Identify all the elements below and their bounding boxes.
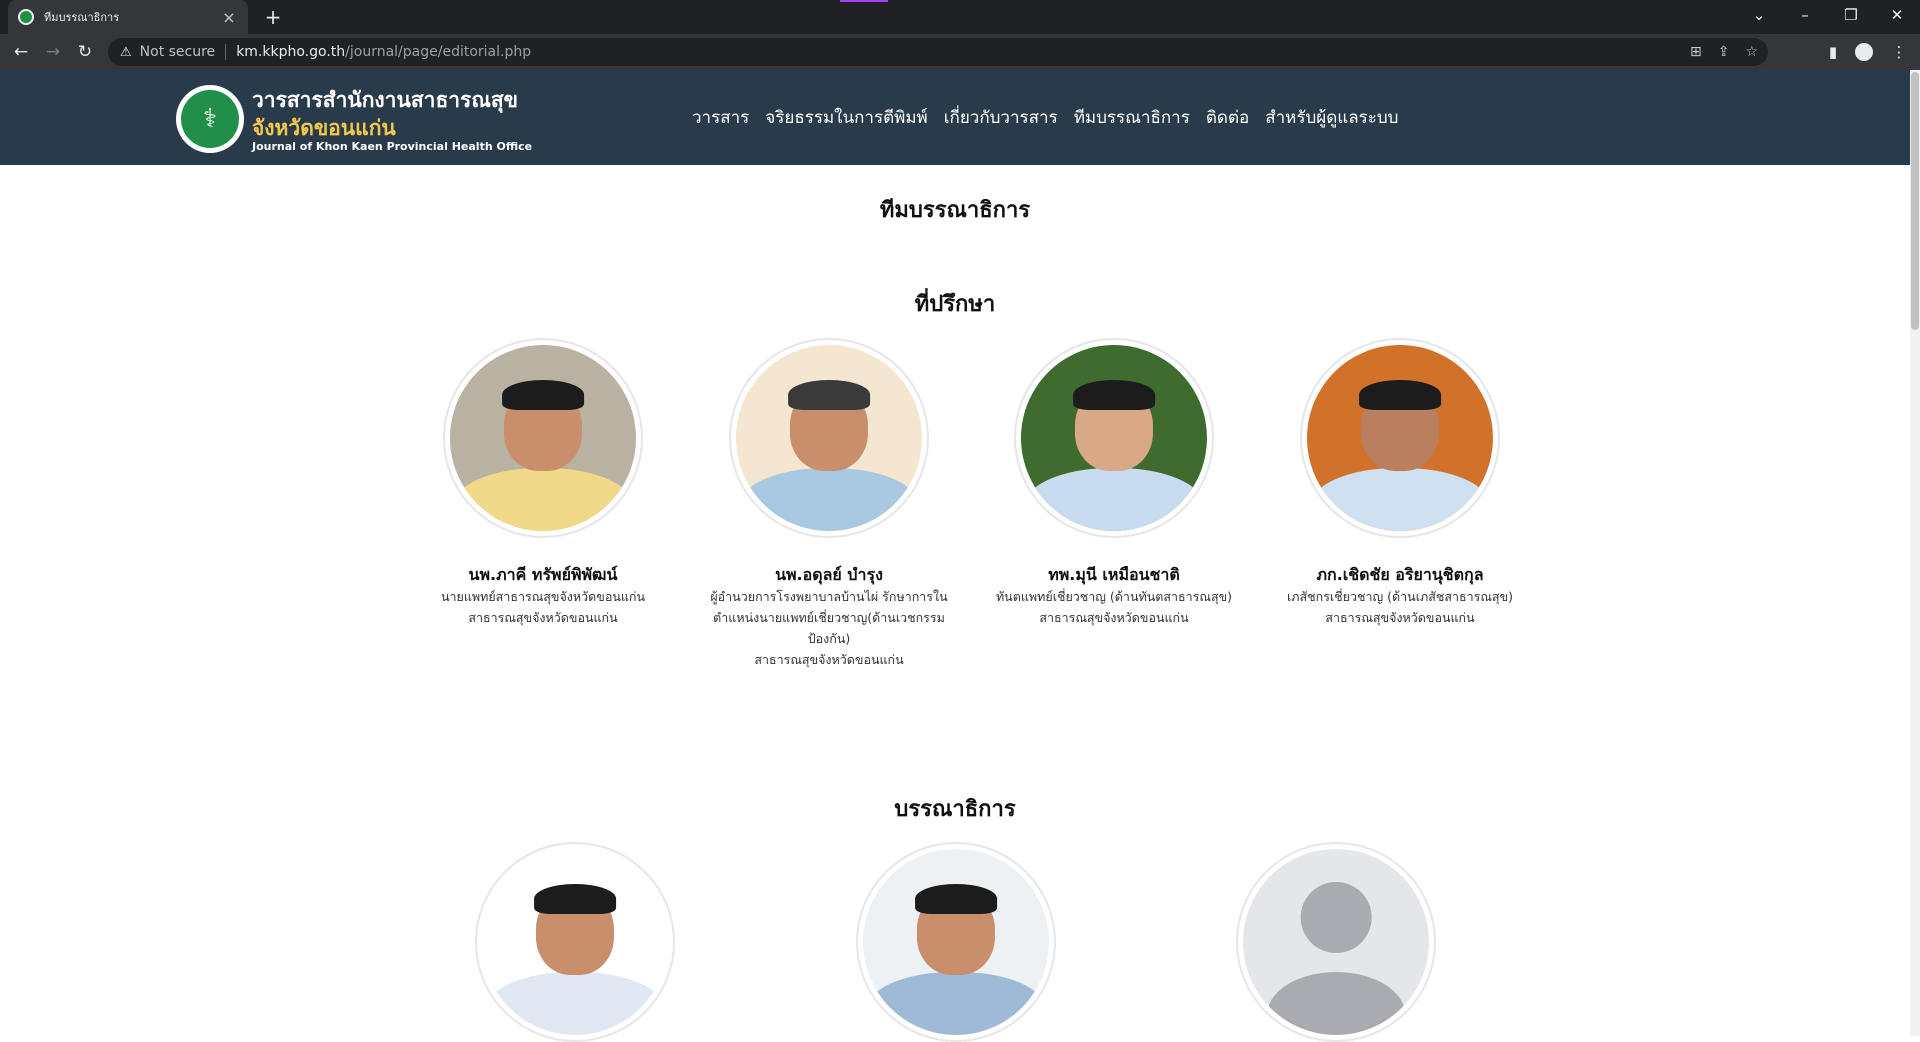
person-org: สาธารณสุขจังหวัดขอนแก่น bbox=[1325, 610, 1475, 625]
page-title: ทีมบรรณาธิการ bbox=[879, 198, 1031, 223]
editor-card bbox=[1210, 842, 1462, 1042]
menu-icon[interactable]: ⋮ bbox=[1886, 39, 1912, 65]
editors-heading: บรรณาธิการ bbox=[894, 797, 1016, 822]
nav-journal[interactable]: วารสาร bbox=[692, 104, 749, 131]
person-org: สาธารณสุขจังหวัดขอนแก่น bbox=[1039, 610, 1189, 625]
close-window-icon[interactable]: ✕ bbox=[1874, 0, 1920, 30]
person-name: ภก.เชิดชัย อริยานุชิตกุล bbox=[1316, 565, 1484, 584]
forward-icon[interactable]: → bbox=[40, 39, 66, 65]
browser-tab-bar: ทีมบรรณาธิการ × + ⌄ – ❐ ✕ bbox=[0, 0, 1920, 34]
site-favicon-icon bbox=[18, 9, 34, 25]
browser-tab[interactable]: ทีมบรรณาธิการ × bbox=[8, 0, 248, 34]
avatar bbox=[856, 842, 1056, 1042]
site-header: ⚕ วารสารสำนักงานสาธารณสุข จังหวัดขอนแก่น… bbox=[0, 70, 1910, 165]
restore-icon[interactable]: ❐ bbox=[1828, 0, 1874, 30]
avatar bbox=[1300, 338, 1500, 538]
person-role: เภสัชกรเชี่ยวชาญ (ด้านเภสัชสาธารณสุข) bbox=[1287, 589, 1513, 604]
editor-card bbox=[449, 842, 701, 1042]
nav-admin[interactable]: สำหรับผู้ดูแลระบบ bbox=[1265, 104, 1398, 131]
tab-close-icon[interactable]: × bbox=[220, 8, 238, 27]
minimize-icon[interactable]: – bbox=[1782, 0, 1828, 30]
nav-contact[interactable]: ติดต่อ bbox=[1206, 104, 1249, 131]
url-host[interactable]: km.kkpho.go.th bbox=[236, 44, 345, 60]
nav-about-journal[interactable]: เกี่ยวกับวารสาร bbox=[944, 104, 1058, 131]
person-name: นพ.ภาคี ทรัพย์พิพัฒน์ bbox=[468, 565, 618, 584]
avatar bbox=[475, 842, 675, 1042]
advisor-photo bbox=[736, 345, 922, 531]
warning-icon[interactable]: ⚠ bbox=[120, 45, 132, 60]
tab-search-icon[interactable]: ⌄ bbox=[1736, 0, 1782, 30]
nav-publication-ethics[interactable]: จริยธรรมในการตีพิมพ์ bbox=[765, 104, 927, 131]
person-org: สาธารณสุขจังหวัดขอนแก่น bbox=[468, 610, 618, 625]
browser-toolbar: ← → ↻ ⚠ Not secure km.kkpho.go.th /journ… bbox=[0, 34, 1920, 70]
share-icon[interactable]: ⇪ bbox=[1718, 44, 1730, 60]
address-bar[interactable]: ⚠ Not secure km.kkpho.go.th /journal/pag… bbox=[108, 38, 1768, 66]
omnibox-divider bbox=[225, 44, 227, 60]
tab-title: ทีมบรรณาธิการ bbox=[44, 11, 120, 24]
advisor-card: ภก.เชิดชัย อริยานุชิตกุล เภสัชกรเชี่ยวชา… bbox=[1274, 338, 1526, 628]
advisor-card: ทพ.มุนี เหมือนชาติ ทันตแพทย์เชี่ยวชาญ (ด… bbox=[988, 338, 1240, 628]
new-tab-button[interactable]: + bbox=[260, 4, 286, 30]
placeholder-avatar-icon bbox=[1243, 849, 1429, 1035]
reload-icon[interactable]: ↻ bbox=[72, 39, 98, 65]
site-logo[interactable]: ⚕ bbox=[176, 85, 244, 153]
advisor-photo bbox=[1021, 345, 1207, 531]
advisors-heading: ที่ปรึกษา bbox=[914, 292, 996, 317]
advisor-card: นพ.ภาคี ทรัพย์พิพัฒน์ นายแพทย์สาธารณสุขจ… bbox=[417, 338, 669, 628]
main-navigation: วารสาร จริยธรรมในการตีพิมพ์ เกี่ยวกับวาร… bbox=[692, 104, 1398, 131]
person-role: นายแพทย์สาธารณสุขจังหวัดขอนแก่น bbox=[440, 589, 646, 604]
avatar bbox=[443, 338, 643, 538]
editor-photo bbox=[863, 849, 1049, 1035]
translate-icon[interactable]: ⊞ bbox=[1690, 44, 1702, 60]
sidepanel-icon[interactable]: ▮ bbox=[1820, 39, 1846, 65]
avatar bbox=[1236, 842, 1436, 1042]
star-icon[interactable]: ☆ bbox=[1745, 44, 1758, 60]
advisor-photo bbox=[1307, 345, 1493, 531]
url-path[interactable]: /journal/page/editorial.php bbox=[345, 44, 531, 60]
brand-title-en[interactable]: Journal of Khon Kaen Provincial Health O… bbox=[252, 140, 532, 153]
editor-card bbox=[830, 842, 1082, 1042]
advisor-photo bbox=[450, 345, 636, 531]
advisor-card: นพ.อดุลย์ บำรุง ผู้อำนวยการโรงพยาบาลบ้าน… bbox=[703, 338, 955, 670]
person-org: สาธารณสุขจังหวัดขอนแก่น bbox=[754, 652, 904, 667]
person-role: ทันตแพทย์เชี่ยวชาญ (ด้านทันตสาธารณสุข) bbox=[995, 589, 1233, 604]
person-name: ทพ.มุนี เหมือนชาติ bbox=[1048, 565, 1180, 584]
tab-strip-accent bbox=[840, 0, 888, 2]
person-role: ผู้อำนวยการโรงพยาบาลบ้านไผ่ รักษาการในตำ… bbox=[710, 589, 948, 646]
security-label[interactable]: Not secure bbox=[140, 44, 216, 60]
back-icon[interactable]: ← bbox=[8, 39, 34, 65]
caduceus-icon: ⚕ bbox=[181, 90, 239, 148]
avatar bbox=[1014, 338, 1214, 538]
profile-icon[interactable] bbox=[1855, 43, 1873, 61]
editor-photo bbox=[482, 849, 668, 1035]
avatar bbox=[729, 338, 929, 538]
person-name: นพ.อดุลย์ บำรุง bbox=[775, 565, 883, 584]
nav-editorial-team[interactable]: ทีมบรรณาธิการ bbox=[1074, 104, 1190, 131]
scrollbar-thumb[interactable] bbox=[1911, 72, 1919, 330]
